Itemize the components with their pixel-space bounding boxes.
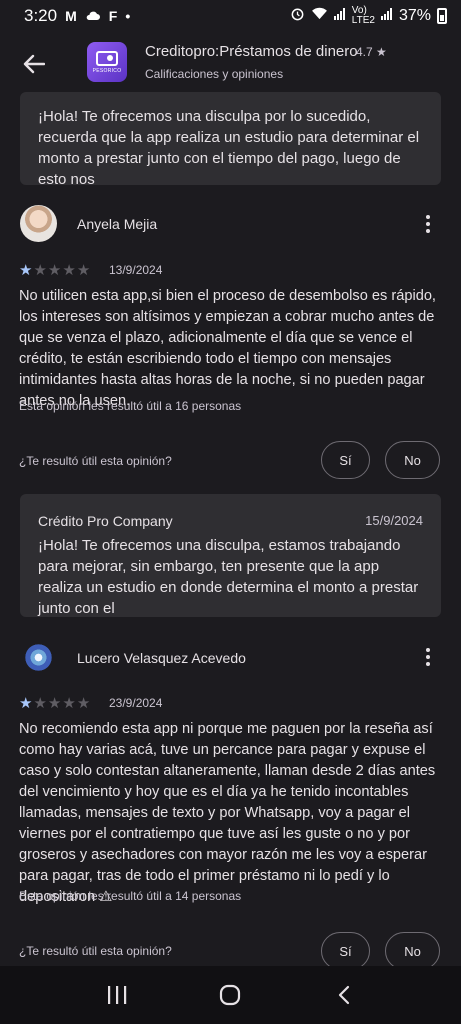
vote-no-button[interactable]: No xyxy=(385,441,440,479)
notification-dot-icon: • xyxy=(125,8,131,24)
reviewer-name: Lucero Velasquez Acevedo xyxy=(77,650,246,666)
more-options-button[interactable] xyxy=(418,645,438,669)
review-date: 13/9/2024 xyxy=(109,263,163,277)
status-time: 3:20 xyxy=(24,6,58,25)
star-icon: ★ xyxy=(76,262,91,279)
star-rating: ★ ★ ★ ★ ★ xyxy=(19,696,90,711)
app-header: PESORICO Creditopro:Préstamos de dinero … xyxy=(0,36,461,92)
reply-header: Crédito Pro Company 15/9/2024 xyxy=(38,513,423,529)
helpful-count: Esta opinión les resultó útil a 14 perso… xyxy=(19,889,242,903)
avatar xyxy=(20,639,57,676)
facebook-icon: F xyxy=(108,8,118,24)
battery-percent: 37% xyxy=(398,7,431,24)
status-left: 3:20 M F • xyxy=(24,6,130,26)
status-bar: 3:20 M F • Vo) LTE2 37% xyxy=(0,0,461,32)
star-icon: ★ xyxy=(19,695,33,712)
developer-reply: ¡Hola! Te ofrecemos una disculpa por lo … xyxy=(20,92,441,188)
reply-text: ¡Hola! Te ofrecemos una disculpa por lo … xyxy=(38,108,420,188)
reviewer-name: Anyela Mejia xyxy=(77,216,158,232)
avatar xyxy=(20,205,57,242)
developer-reply: Crédito Pro Company 15/9/2024 ¡Hola! Te … xyxy=(20,494,441,617)
app-rating: 4.7 ★ xyxy=(356,45,387,59)
star-icon: ★ xyxy=(76,695,91,712)
system-nav-bar xyxy=(0,966,461,1024)
star-icon: ★ xyxy=(33,695,47,712)
recent-apps-button[interactable] xyxy=(97,975,137,1015)
reply-date: 15/9/2024 xyxy=(365,513,423,528)
gmail-icon: M xyxy=(65,8,77,24)
system-back-button[interactable] xyxy=(324,975,364,1015)
chevron-left-icon xyxy=(339,985,350,1005)
star-rating: ★ ★ ★ ★ ★ xyxy=(19,263,90,278)
app-icon-brand: PESORICO xyxy=(92,67,122,74)
wallet-icon xyxy=(96,50,118,66)
helpful-question: ¿Te resultó útil esta opinión? xyxy=(19,944,172,958)
reply-text: ¡Hola! Te ofrecemos una disculpa, estamo… xyxy=(38,537,419,617)
reply-author: Crédito Pro Company xyxy=(38,513,173,529)
back-button[interactable] xyxy=(20,50,48,78)
app-title: Creditopro:Préstamos de dinero xyxy=(145,43,358,60)
app-icon[interactable]: PESORICO xyxy=(87,42,127,82)
alarm-icon xyxy=(290,6,305,26)
helpful-count: Esta opinión les resultó útil a 16 perso… xyxy=(19,399,242,413)
network-type: Vo) LTE2 xyxy=(352,6,375,26)
star-icon: ★ xyxy=(47,695,62,712)
home-button[interactable] xyxy=(210,975,250,1015)
signal-icon xyxy=(333,7,346,25)
helpful-question: ¿Te resultó útil esta opinión? xyxy=(19,454,172,468)
more-options-button[interactable] xyxy=(418,212,438,236)
star-icon: ★ xyxy=(33,262,47,279)
page-subtitle: Calificaciones y opiniones xyxy=(145,67,284,81)
review-text: No utilicen esta app,si bien el proceso … xyxy=(19,288,436,409)
review-date: 23/9/2024 xyxy=(109,696,163,710)
battery-icon xyxy=(437,8,447,24)
signal-icon-2 xyxy=(380,7,393,25)
vote-no-button[interactable]: No xyxy=(385,932,440,970)
star-icon: ★ xyxy=(47,262,62,279)
weather-icon xyxy=(85,6,101,26)
star-icon: ★ xyxy=(62,262,76,279)
vote-yes-button[interactable]: Sí xyxy=(321,441,370,479)
home-icon xyxy=(220,984,241,1006)
star-icon: ★ xyxy=(62,695,76,712)
network-bottom: LTE2 xyxy=(351,15,375,26)
back-arrow-icon xyxy=(23,54,45,74)
wifi-icon xyxy=(311,7,328,25)
review-text: No recomiendo esta app ni porque me pagu… xyxy=(19,721,436,905)
recent-apps-icon xyxy=(107,986,127,1004)
star-icon: ★ xyxy=(19,262,33,279)
vote-yes-button[interactable]: Sí xyxy=(321,932,370,970)
status-right: Vo) LTE2 37% xyxy=(290,6,447,26)
